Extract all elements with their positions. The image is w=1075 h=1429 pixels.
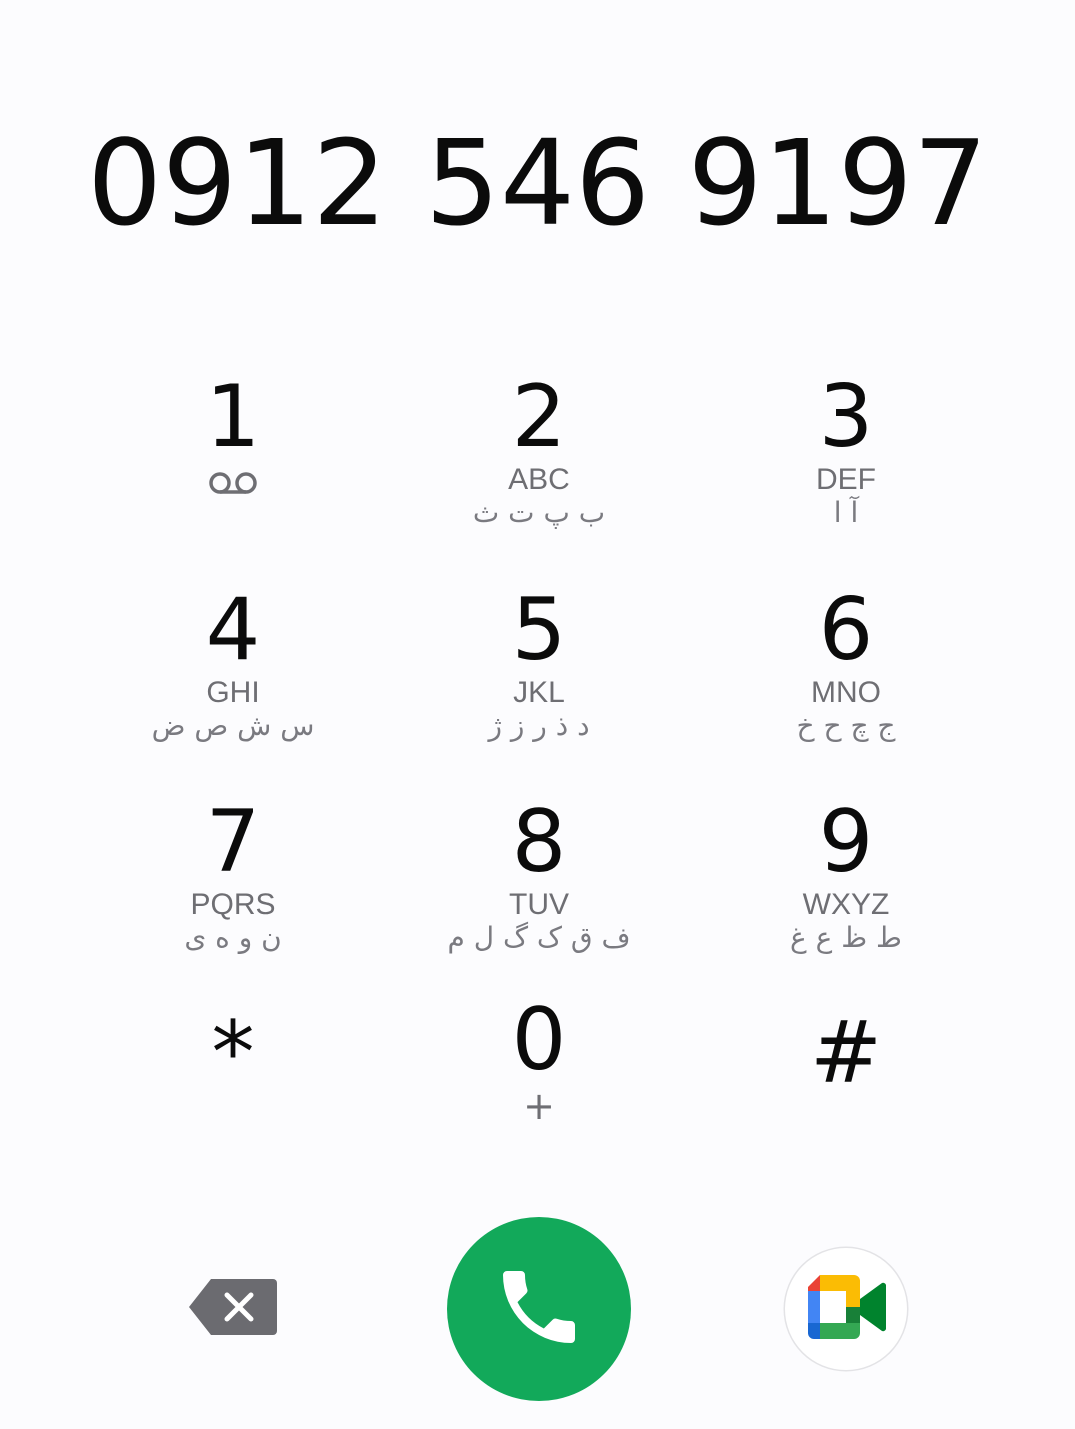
key-2-persian-letters: ب پ ت ث (472, 496, 606, 529)
key-0-plus: + (523, 1084, 555, 1128)
key-hash[interactable]: # (726, 1008, 966, 1198)
key-8-digit: 8 (511, 792, 567, 892)
key-3-digit: 3 (818, 367, 874, 467)
key-6[interactable]: 6 MNO ج چ ح خ (726, 585, 966, 775)
key-2-digit: 2 (511, 367, 567, 467)
key-star-symbol: * (211, 1003, 255, 1103)
key-0[interactable]: 0 + (419, 995, 659, 1185)
key-4[interactable]: 4 GHI س ش ص ض (113, 585, 353, 775)
key-3-persian-letters: آ ا (833, 496, 859, 529)
key-9-digit: 9 (818, 792, 874, 892)
dialpad: 1 2 ABC ب پ ت ث 3 DEF آ ا 4 GHI س ش ص ض … (0, 0, 1075, 1429)
voicemail-icon (207, 470, 259, 500)
key-3[interactable]: 3 DEF آ ا (726, 372, 966, 562)
key-6-digit: 6 (818, 580, 874, 680)
key-2-letters: ABC (508, 463, 570, 496)
key-8-letters: TUV (509, 888, 569, 921)
key-8-persian-letters: ف ق ک گ ل م (447, 921, 631, 954)
backspace-button[interactable] (183, 1275, 283, 1343)
key-8[interactable]: 8 TUV ف ق ک گ ل م (419, 797, 659, 987)
key-3-letters: DEF (816, 463, 876, 496)
key-5-digit: 5 (511, 580, 567, 680)
key-4-digit: 4 (205, 580, 261, 680)
key-2[interactable]: 2 ABC ب پ ت ث (419, 372, 659, 562)
key-4-letters: GHI (206, 676, 260, 709)
key-4-persian-letters: س ش ص ض (151, 709, 315, 742)
google-meet-icon (806, 1273, 886, 1345)
key-1[interactable]: 1 (113, 372, 353, 562)
key-5-persian-letters: د ذ ر ز ژ (488, 709, 590, 742)
key-7-persian-letters: ن و ه ی (184, 921, 282, 954)
key-7[interactable]: 7 PQRS ن و ه ی (113, 797, 353, 987)
key-7-letters: PQRS (190, 888, 276, 921)
key-6-persian-letters: ج چ ح خ (796, 709, 896, 742)
key-hash-symbol: # (809, 1003, 883, 1103)
video-call-button[interactable] (785, 1248, 907, 1370)
key-6-letters: MNO (811, 676, 881, 709)
phone-icon (491, 1259, 587, 1359)
key-star[interactable]: * (113, 1008, 353, 1198)
backspace-icon (187, 1277, 279, 1341)
key-1-digit: 1 (205, 367, 261, 467)
key-9-persian-letters: ط ظ ع غ (790, 921, 902, 954)
key-9-letters: WXYZ (802, 888, 890, 921)
key-5-letters: JKL (513, 676, 565, 709)
key-0-digit: 0 (511, 990, 567, 1090)
key-9[interactable]: 9 WXYZ ط ظ ع غ (726, 797, 966, 987)
call-button[interactable] (447, 1217, 631, 1401)
key-5[interactable]: 5 JKL د ذ ر ز ژ (419, 585, 659, 775)
key-7-digit: 7 (205, 792, 261, 892)
